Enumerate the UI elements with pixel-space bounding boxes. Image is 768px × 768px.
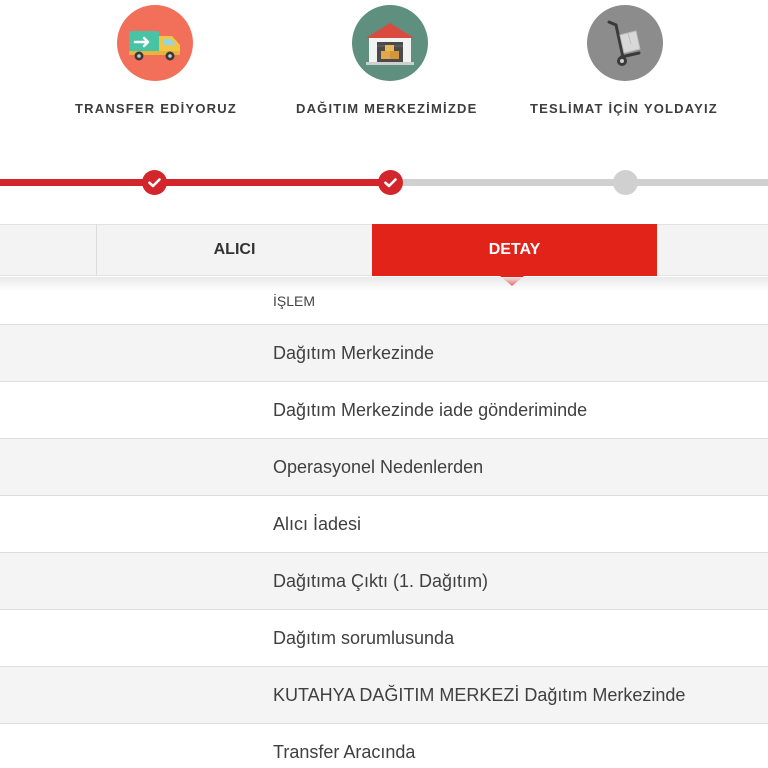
step-label-transfer: TRANSFER EDİYORUZ: [75, 101, 237, 116]
progress-track-pending: [392, 179, 768, 186]
detail-table: İŞLEM Dağıtım Merkezinde Dağıtım Merkezi…: [0, 277, 768, 768]
table-row: Transfer Aracında: [0, 724, 768, 768]
table-row: Dağıtıma Çıktı (1. Dağıtım): [0, 553, 768, 610]
step-check-icon: [378, 170, 403, 195]
step-label-on-the-way: TESLİMAT İÇİN YOLDAYIZ: [530, 101, 718, 116]
step-check-icon: [142, 170, 167, 195]
tab-alici[interactable]: ALICI: [97, 224, 372, 276]
table-row: Dağıtım sorumlusunda: [0, 610, 768, 667]
progress-track-completed: [0, 179, 392, 186]
step-pending-dot: [613, 170, 638, 195]
table-row: Dağıtım Merkezinde: [0, 325, 768, 382]
hand-truck-icon: [587, 5, 663, 81]
tab-detay[interactable]: DETAY: [372, 224, 657, 276]
step-label-distribution-center: DAĞITIM MERKEZİMİZDE: [296, 101, 478, 116]
table-row: Alıcı İadesi: [0, 496, 768, 553]
table-row: Dağıtım Merkezinde iade gönderiminde: [0, 382, 768, 439]
table-row: Operasyonel Nedenlerden: [0, 439, 768, 496]
table-row: KUTAHYA DAĞITIM MERKEZİ Dağıtım Merkezin…: [0, 667, 768, 724]
truck-icon: [117, 5, 193, 81]
warehouse-icon: [352, 5, 428, 81]
table-header: İŞLEM: [0, 277, 768, 325]
